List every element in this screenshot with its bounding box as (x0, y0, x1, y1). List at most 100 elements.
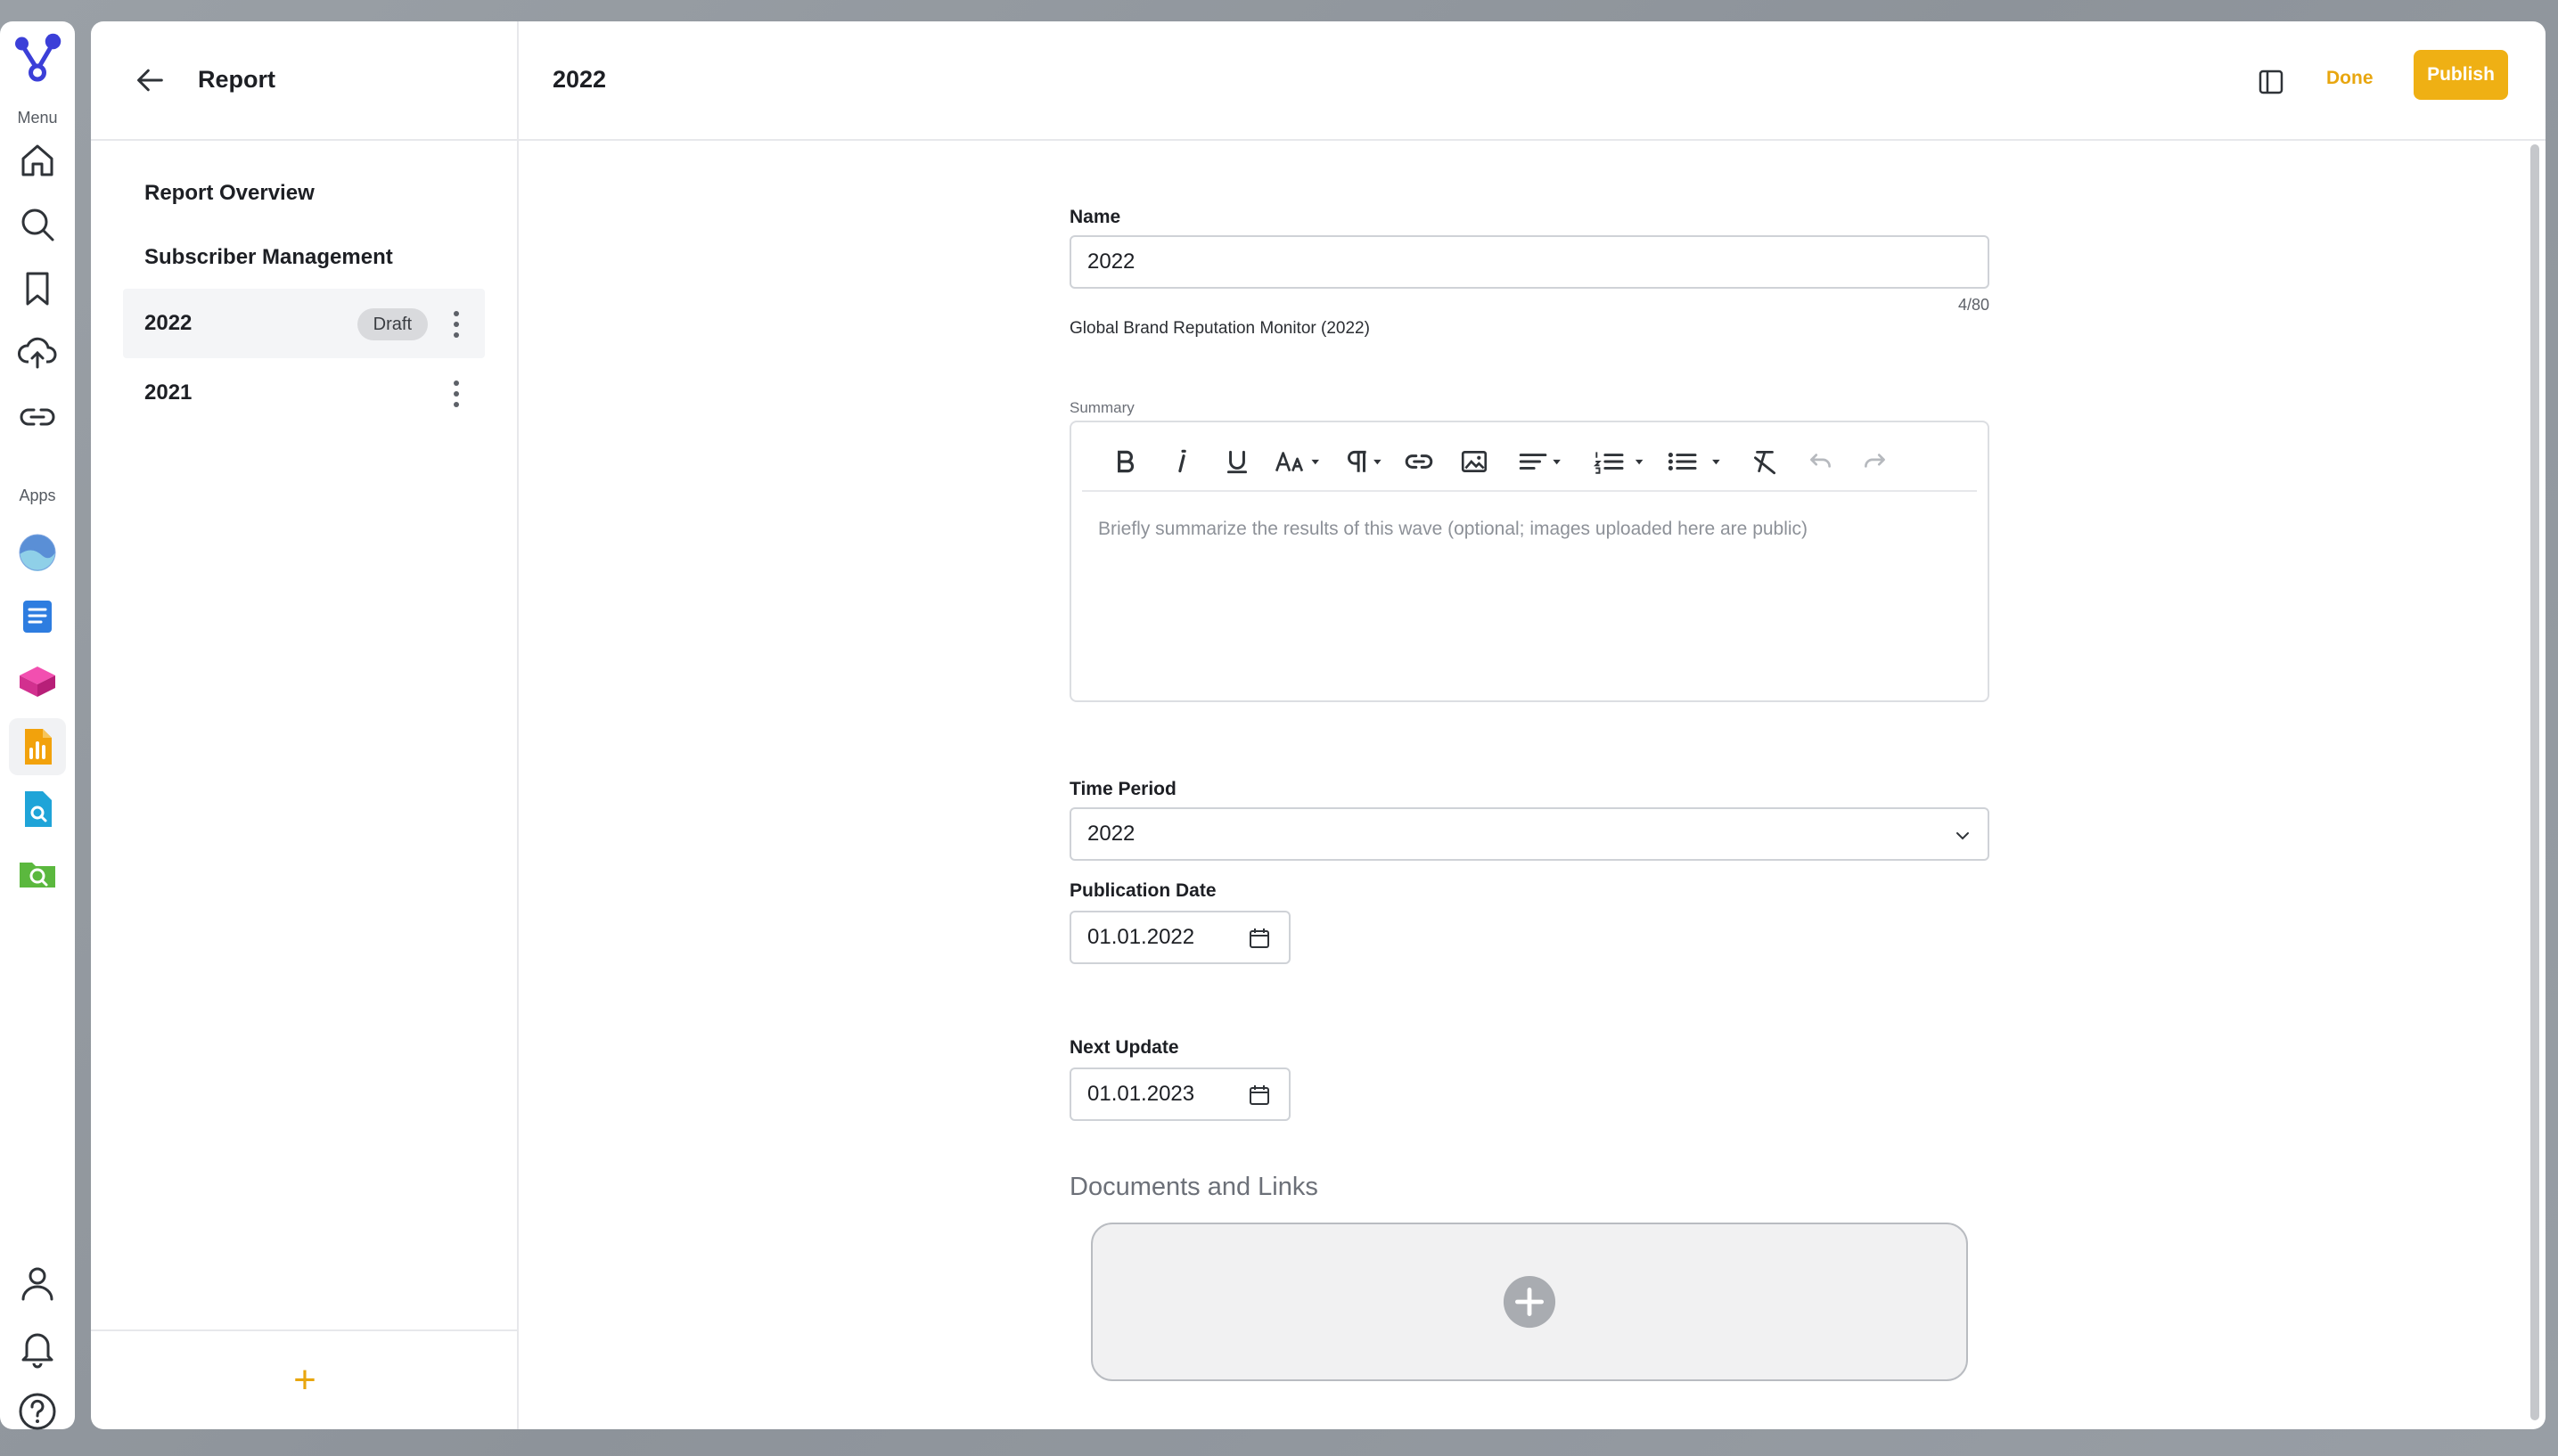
app-rail: Menu Apps (0, 21, 75, 1430)
nav-item-label: Subscriber Management (144, 245, 393, 269)
ordered-list-icon (1594, 452, 1644, 474)
next-update-input[interactable]: 01.01.2023 (1070, 1067, 1291, 1121)
time-period-select[interactable]: 2022 (1070, 807, 1989, 861)
search-icon (21, 209, 54, 241)
rail-search[interactable] (0, 203, 75, 246)
sidebar-title: Report (198, 66, 275, 93)
app-logo[interactable] (0, 30, 75, 84)
font-size-button[interactable] (1273, 446, 1324, 478)
bold-button[interactable] (1107, 446, 1143, 478)
main-window: Report Report Overview Subscriber Manage… (91, 21, 2546, 1429)
calendar-icon[interactable] (1248, 1084, 1271, 1107)
insert-image-button[interactable] (1456, 446, 1492, 478)
rail-home[interactable] (0, 139, 75, 182)
link-icon (20, 408, 55, 426)
file-search-app-icon (25, 791, 52, 827)
upload-cloud-icon (18, 337, 57, 369)
toggle-panel-button[interactable] (2257, 68, 2285, 96)
nav-wave-2021[interactable]: 2021 (123, 358, 485, 428)
documents-section-title: Documents and Links (1070, 1173, 1318, 1201)
bookmark-icon (26, 272, 49, 306)
name-char-counter: 4/80 (1957, 296, 1989, 314)
content-scrollbar[interactable] (2529, 144, 2540, 1424)
sidebar-header: Report (91, 21, 519, 141)
clear-formatting-button[interactable] (1747, 446, 1783, 478)
nav-item-label: 2021 (144, 380, 193, 405)
app-folder-search[interactable] (0, 852, 75, 895)
redo-icon (1865, 454, 1885, 468)
redo-button[interactable] (1857, 446, 1893, 478)
app-brand[interactable] (0, 531, 75, 574)
rail-upload[interactable] (0, 331, 75, 374)
help-icon (19, 1393, 56, 1430)
paragraph-format-button[interactable] (1340, 446, 1387, 478)
cube-app-icon (20, 667, 55, 697)
scrollbar-thumb[interactable] (2530, 144, 2539, 1420)
bullet-list-button[interactable] (1665, 446, 1724, 478)
kebab-dot (454, 380, 459, 386)
next-update-label: Next Update (1070, 1037, 1179, 1058)
nav-item-label: 2022 (144, 311, 193, 335)
done-button[interactable]: Done (2326, 68, 2374, 89)
rail-notifications[interactable] (0, 1326, 75, 1369)
home-icon (21, 144, 53, 176)
name-input[interactable] (1070, 235, 1989, 289)
rail-help[interactable] (0, 1390, 75, 1433)
wave-2022-menu-button[interactable] (447, 308, 465, 340)
kebab-dot (454, 391, 459, 397)
ordered-list-button[interactable] (1592, 446, 1647, 478)
add-wave-button[interactable]: + (293, 1361, 316, 1400)
bullet-list-icon (1668, 453, 1720, 470)
calendar-icon[interactable] (1248, 927, 1271, 950)
paragraph-icon (1347, 450, 1381, 472)
back-button[interactable] (128, 59, 171, 102)
publication-date-input[interactable]: 01.01.2022 (1070, 911, 1291, 964)
summary-label: Summary (1070, 399, 1135, 416)
link-icon (1405, 454, 1433, 469)
user-icon (21, 1267, 53, 1301)
app-cube[interactable] (0, 659, 75, 702)
rail-bookmarks[interactable] (0, 267, 75, 310)
report-app-icon (25, 729, 52, 765)
folder-search-app-icon (20, 863, 55, 888)
add-document-dropzone[interactable] (1091, 1223, 1968, 1381)
rail-links[interactable] (0, 396, 75, 438)
bell-icon (21, 1333, 53, 1369)
wave-2021-menu-button[interactable] (447, 378, 465, 410)
app-documents[interactable] (0, 595, 75, 638)
nav-report-overview[interactable]: Report Overview (123, 159, 485, 228)
kebab-dot (454, 332, 459, 338)
underline-button[interactable] (1219, 446, 1255, 478)
page-title: 2022 (553, 66, 607, 93)
content-header: 2022 Done Publish (519, 21, 2546, 141)
kebab-dot (454, 322, 459, 327)
sidebar-footer: + (91, 1329, 519, 1429)
status-badge: Draft (357, 308, 428, 340)
arrow-left-icon (137, 69, 163, 92)
next-update-value: 01.01.2023 (1087, 1082, 1195, 1106)
summary-placeholder[interactable]: Briefly summarize the results of this wa… (1098, 519, 1808, 540)
bold-icon (1118, 450, 1135, 473)
align-left-icon (1520, 454, 1562, 470)
insert-link-button[interactable] (1401, 446, 1437, 478)
rail-account[interactable] (0, 1262, 75, 1305)
name-helper-text: Global Brand Reputation Monitor (2022) (1070, 319, 1370, 338)
italic-icon (1178, 449, 1186, 473)
undo-button[interactable] (1802, 446, 1838, 478)
publish-button[interactable]: Publish (2414, 50, 2508, 100)
app-report-active-bg (9, 718, 66, 775)
summary-editor: Briefly summarize the results of this wa… (1070, 421, 1989, 702)
italic-button[interactable] (1164, 446, 1200, 478)
document-list-app-icon (23, 601, 52, 633)
time-period-label: Time Period (1070, 779, 1177, 799)
nav-subscriber-management[interactable]: Subscriber Management (123, 223, 485, 292)
report-sidebar: Report Report Overview Subscriber Manage… (91, 21, 519, 1429)
underline-icon (1226, 450, 1248, 474)
align-button[interactable] (1517, 446, 1567, 478)
kebab-dot (454, 311, 459, 316)
chevron-down-icon (1956, 832, 1969, 840)
nav-wave-2022[interactable]: 2022 Draft (123, 289, 485, 358)
app-report[interactable] (0, 718, 75, 775)
app-file-search[interactable] (0, 788, 75, 830)
brand-app-icon (19, 534, 56, 572)
